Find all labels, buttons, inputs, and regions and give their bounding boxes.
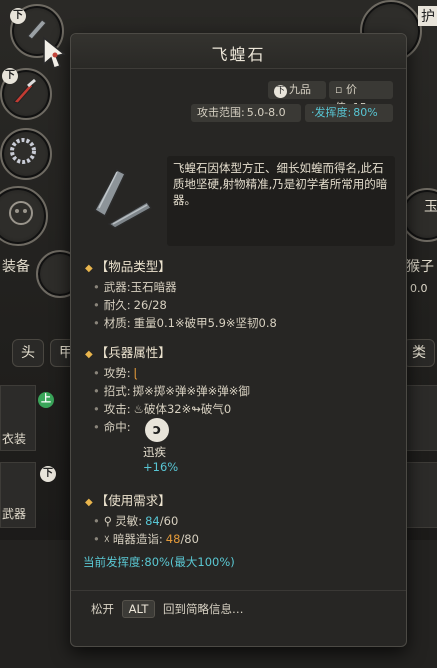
skill-icon: ☓ <box>103 532 110 546</box>
attack-body-value: 破体32※ <box>143 402 192 416</box>
moves-value: 掷※掷※弹※弹※弹※御 <box>132 384 250 398</box>
performance-pill: ·发挥度: 80% <box>305 104 393 122</box>
qi-break-icon: ↬ <box>191 402 201 416</box>
item-title: 飞蝗石 <box>211 45 266 64</box>
hint-pre: 松开 <box>91 602 114 616</box>
tab-head[interactable]: 头 <box>12 339 44 367</box>
agility-need: /60 <box>159 514 179 528</box>
value-pill: ▫ 价值:15 <box>329 81 393 114</box>
grade-icon: 下 <box>274 85 287 98</box>
body-break-icon: ♨ <box>133 402 144 416</box>
range-value: 5.0-8.0 <box>246 106 286 119</box>
row-moves: • 招式: 掷※掷※弹※弹※弹※御 <box>93 384 250 398</box>
skill-need: /80 <box>180 532 199 546</box>
weapon-type-value: 玉石暗器 <box>130 280 177 294</box>
attack-qi-value: 破气0 <box>200 402 232 416</box>
coin-icon: ▫ <box>335 83 346 96</box>
hit-name: 迅疾 <box>143 445 166 459</box>
dagger-icon <box>13 78 36 104</box>
row-speed: • 攻势: ɭ <box>93 366 137 380</box>
diamond-icon: ◆ <box>85 263 93 274</box>
section-item-type: ◆ 【物品类型】 <box>85 256 171 275</box>
grade-text: 九品 <box>289 83 311 96</box>
inventory-slot-right-1[interactable] <box>404 385 437 451</box>
row-hidden-weapon-skill: • ☓ 暗器造诣: 48/80 <box>93 532 199 546</box>
swift-badge-icon: ↄ <box>145 418 169 442</box>
attack-label: 攻击: <box>103 402 131 416</box>
section-weapon-attributes-label: 【兵器属性】 <box>95 345 171 360</box>
guard-label: 护 <box>418 6 437 26</box>
row-durability: • 耐久: 26/28 <box>93 298 167 312</box>
hit-label: 命中: <box>103 420 131 434</box>
speed-label: 攻势: <box>103 366 131 380</box>
section-requirements: ◆ 【使用需求】 <box>85 490 171 509</box>
hint-post: 回到简略信息… <box>163 602 244 616</box>
material-label: 材质: <box>103 316 131 330</box>
weapon-type-label: 武器: <box>103 280 131 294</box>
diamond-icon: ◆ <box>85 349 93 360</box>
moves-label: 招式: <box>103 384 131 398</box>
agility-have: 84 <box>145 514 160 528</box>
hint-bar: 松开 ALT 回到简略信息… <box>71 590 406 625</box>
section-requirements-label: 【使用需求】 <box>95 493 171 508</box>
durability-value: 26/28 <box>133 298 167 312</box>
hint-text: 松开 ALT 回到简略信息… <box>91 600 244 618</box>
row-material: • 材质: 重量0.1※破甲5.9※坚韧0.8 <box>93 316 277 330</box>
performance-value: 80% <box>353 106 378 119</box>
clothing-label: 衣装 <box>2 432 27 446</box>
range-label: 攻击范围: <box>197 106 245 119</box>
row-weapon-type: • 武器:玉石暗器 <box>93 280 177 294</box>
row-hit: • 命中: <box>93 420 131 434</box>
performance-label: ·发挥度: <box>311 106 352 119</box>
speed-icon: ɭ <box>133 366 137 380</box>
durability-label: 耐久: <box>103 298 131 312</box>
mouse-cursor-icon <box>43 36 66 69</box>
grade-pill: 下九品 <box>268 81 326 99</box>
skill-label: 暗器造诣: <box>112 532 163 546</box>
section-weapon-attributes: ◆ 【兵器属性】 <box>85 342 171 361</box>
item-stones-icon <box>93 169 153 229</box>
current-performance: 当前发挥度:80%(最大100%) <box>83 555 235 569</box>
grade-tag-xia-3: 下 <box>40 466 56 482</box>
mask-icon <box>9 201 33 225</box>
item-description: 飞蝗石因体型方正、细长如蝗而得名,此石质地坚硬,射物精准,乃是初学者所常用的暗器… <box>167 156 395 246</box>
tab-category[interactable]: 类 <box>403 339 435 367</box>
grade-tag-shang: 上 <box>38 392 54 408</box>
item-tooltip: 飞蝗石 下九品 ▫ 价值:15 攻击范围:5.0-8.0 ·发挥度:80% 飞蝗… <box>70 33 407 647</box>
range-pill: 攻击范围: 5.0-8.0 <box>191 104 301 122</box>
equipment-label: 装备 <box>2 259 30 275</box>
chain-icon <box>10 138 36 164</box>
section-item-type-label: 【物品类型】 <box>95 259 171 274</box>
agility-label: 灵敏: <box>115 514 143 528</box>
row-agility: • ⚲ 灵敏: 84/60 <box>93 514 179 528</box>
alt-key[interactable]: ALT <box>121 600 156 618</box>
jade-label: 玉 <box>424 199 437 215</box>
weapon-label: 武器 <box>2 507 27 521</box>
diamond-icon: ◆ <box>85 497 93 508</box>
material-value: 重量0.1※破甲5.9※坚韧0.8 <box>133 316 277 330</box>
skill-have: 48 <box>165 532 181 546</box>
hit-bonus: +16% <box>143 460 179 474</box>
monkey-label: 猴子 <box>406 259 434 275</box>
row-attack: • 攻击: ♨破体32※↬破气0 <box>93 402 232 416</box>
zero-value: 0.0 <box>410 282 428 295</box>
agility-icon: ⚲ <box>103 514 113 528</box>
inventory-slot-right-2[interactable] <box>404 462 437 528</box>
